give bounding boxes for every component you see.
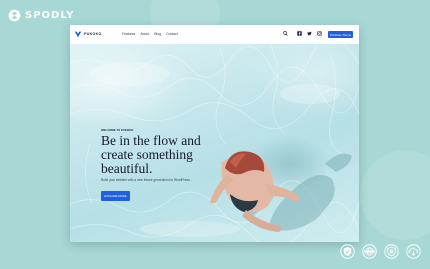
brand-name: SPODLY: [25, 9, 75, 21]
spodly-brand: SPODLY: [8, 8, 74, 22]
nav-item-blog[interactable]: Blog: [154, 32, 161, 36]
nav-item-contact[interactable]: Contact: [166, 32, 178, 36]
site-nav: Features About Blog Contact: [122, 32, 178, 36]
nav-item-features[interactable]: Features: [122, 32, 135, 36]
shield-badge-icon: [340, 244, 355, 259]
background-circle: [360, 150, 430, 240]
hero-subtext: Build your website with a new theme gene…: [101, 178, 191, 182]
explore-more-button[interactable]: EXPLORE MORE: [101, 191, 130, 201]
trust-badges: [340, 244, 421, 259]
globe-badge-icon: [362, 244, 377, 259]
hero-headline: Be in the flow and create something beau…: [101, 134, 211, 176]
website-preview: PUKOKO Features About Blog Contact Purch…: [70, 25, 359, 242]
site-logo[interactable]: PUKOKO: [74, 30, 102, 38]
headline-line: create something: [101, 147, 193, 162]
headline-line: Be in the flow and: [101, 133, 201, 148]
headline-line: beautiful.: [101, 161, 153, 176]
search-icon[interactable]: [283, 31, 288, 36]
spodly-logo-icon: [8, 9, 21, 21]
site-header: PUKOKO Features About Blog Contact Purch…: [70, 25, 359, 44]
hero-section: WELCOME TO PUKOKO Be in the flow and cre…: [70, 44, 359, 242]
facebook-icon[interactable]: [297, 31, 302, 36]
site-name: PUKOKO: [84, 32, 102, 36]
twitter-icon[interactable]: [307, 31, 312, 36]
secure-badge-icon: [384, 244, 399, 259]
purchase-theme-button[interactable]: Purchase Theme: [328, 31, 353, 38]
site-logo-icon: [74, 31, 82, 38]
instagram-icon[interactable]: [317, 31, 322, 36]
nav-item-about[interactable]: About: [140, 32, 149, 36]
hero-eyebrow: WELCOME TO PUKOKO: [101, 128, 134, 132]
cloud-download-badge-icon: [406, 244, 421, 259]
